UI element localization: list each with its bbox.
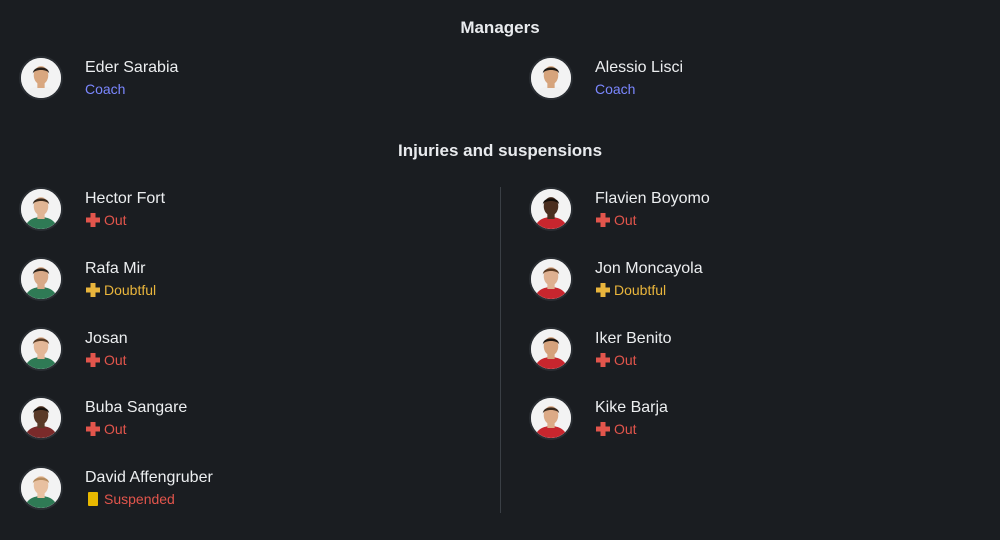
player-status-label: Out — [614, 212, 637, 228]
player-status: Out — [85, 421, 127, 437]
player-status: Out — [85, 352, 127, 368]
player-avatar — [529, 257, 573, 301]
injuries-title: Injuries and suspensions — [397, 141, 603, 160]
manager-right-name: Alessio Lisci — [595, 59, 684, 76]
doubtful-cross-icon — [86, 283, 100, 297]
injury-cross-icon — [596, 213, 610, 227]
player-status-label: Out — [104, 421, 127, 437]
injury-row-left-2[interactable]: Josan Out — [19, 327, 439, 375]
injury-cross-icon — [86, 422, 100, 436]
player-status: Doubtful — [595, 282, 666, 298]
injury-cross-icon — [596, 422, 610, 436]
player-status: Out — [595, 352, 637, 368]
manager-left[interactable]: Eder Sarabia Coach — [19, 56, 439, 104]
player-name: Hector Fort — [85, 190, 166, 207]
player-status: Out — [85, 212, 127, 228]
player-status: Out — [595, 421, 637, 437]
player-name: David Affengruber — [85, 469, 213, 486]
injury-row-left-0[interactable]: Hector Fort Out — [19, 187, 439, 235]
player-name: Flavien Boyomo — [595, 190, 710, 207]
injury-row-left-4[interactable]: David Affengruber Suspended — [19, 466, 439, 514]
injury-row-left-3[interactable]: Buba Sangare Out — [19, 396, 439, 444]
player-avatar — [19, 466, 63, 510]
player-status-label: Out — [614, 352, 637, 368]
player-avatar — [19, 396, 63, 440]
player-status: Suspended — [85, 491, 175, 507]
column-divider — [500, 187, 501, 513]
player-name: Kike Barja — [595, 399, 668, 416]
player-status-label: Out — [104, 352, 127, 368]
injury-row-right-1[interactable]: Jon Moncayola Doubtful — [529, 257, 949, 305]
doubtful-cross-icon — [596, 283, 610, 297]
injury-cross-icon — [596, 353, 610, 367]
player-status-label: Out — [104, 212, 127, 228]
player-name: Jon Moncayola — [595, 260, 703, 277]
injury-row-right-3[interactable]: Kike Barja Out — [529, 396, 949, 444]
player-avatar — [19, 327, 63, 371]
manager-right-avatar — [529, 56, 573, 100]
player-avatar — [529, 396, 573, 440]
player-status: Out — [595, 212, 637, 228]
manager-left-role: Coach — [85, 81, 126, 97]
player-avatar — [529, 327, 573, 371]
player-name: Josan — [85, 330, 128, 347]
injury-cross-icon — [86, 353, 100, 367]
yellow-card-icon — [88, 492, 98, 506]
player-name: Buba Sangare — [85, 399, 188, 416]
player-status-label: Doubtful — [614, 282, 667, 298]
manager-right[interactable]: Alessio Lisci Coach — [529, 56, 949, 104]
injury-row-right-2[interactable]: Iker Benito Out — [529, 327, 949, 375]
player-status: Doubtful — [85, 282, 156, 298]
player-status-label: Doubtful — [104, 282, 157, 298]
player-avatar — [19, 257, 63, 301]
manager-left-name: Eder Sarabia — [85, 59, 179, 76]
player-avatar — [529, 187, 573, 231]
player-avatar — [19, 187, 63, 231]
manager-left-avatar — [19, 56, 63, 100]
player-status-label: Suspended — [104, 491, 175, 507]
player-name: Iker Benito — [595, 330, 672, 347]
player-name: Rafa Mir — [85, 260, 146, 277]
managers-title: Managers — [460, 18, 540, 37]
manager-right-role: Coach — [595, 81, 636, 97]
injury-row-left-1[interactable]: Rafa Mir Doubtful — [19, 257, 439, 305]
player-status-label: Out — [614, 421, 637, 437]
injury-cross-icon — [86, 213, 100, 227]
injury-row-right-0[interactable]: Flavien Boyomo Out — [529, 187, 949, 235]
